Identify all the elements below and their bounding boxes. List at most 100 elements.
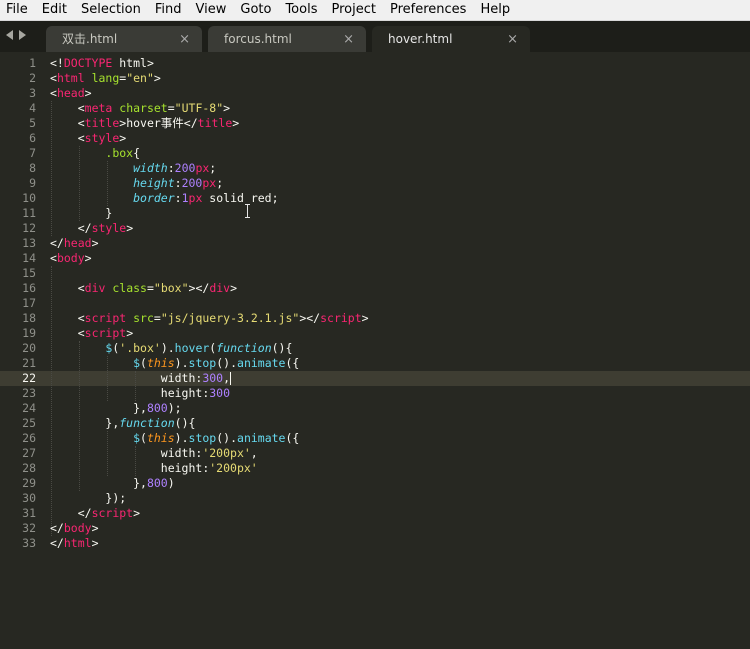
code-token: "box": [153, 281, 189, 295]
code-line: </head>: [50, 236, 369, 251]
code-token: .box: [105, 146, 134, 160]
menu-preferences[interactable]: Preferences: [383, 0, 473, 20]
code-token: this: [146, 431, 175, 445]
code-line: <title>hover事件</title>: [50, 116, 369, 131]
code-token: <!: [50, 56, 64, 70]
code-token: 300: [209, 386, 231, 400]
code-token: 800: [146, 401, 168, 415]
code-token: >: [361, 311, 369, 325]
code-token: src: [126, 311, 154, 325]
code-token: DOCTYPE: [63, 56, 113, 70]
code-token: '.box': [119, 341, 161, 355]
menu-edit[interactable]: Edit: [35, 0, 74, 20]
code-token: >hover事件</: [119, 116, 198, 130]
code-area[interactable]: <!DOCTYPE html> <html lang="en"> <head> …: [50, 56, 369, 551]
code-token: border: [133, 191, 175, 205]
code-token: function: [216, 341, 272, 355]
code-token: width:: [160, 371, 203, 385]
code-line: },function(){: [50, 416, 369, 431]
code-token: </: [50, 521, 64, 535]
close-icon[interactable]: ×: [179, 26, 190, 53]
menu-goto[interactable]: Goto: [233, 0, 278, 20]
menu-project[interactable]: Project: [324, 0, 382, 20]
code-token: :: [174, 191, 182, 205]
arrow-right-icon[interactable]: [19, 30, 26, 40]
code-token: 200: [174, 161, 196, 175]
line-number: 18: [22, 311, 36, 325]
close-icon[interactable]: ×: [343, 26, 354, 53]
code-line: .box{: [50, 146, 369, 161]
code-token: },: [133, 401, 147, 415]
code-editor[interactable]: 1 2 3 4 5 6 7 8 9 10 11 12 13 14 15 16 1…: [0, 52, 750, 649]
tab-hover[interactable]: hover.html ×: [372, 26, 530, 52]
code-token: title: [84, 116, 120, 130]
code-token: ).: [174, 431, 189, 445]
code-token: width:: [160, 446, 203, 460]
code-token: ).: [160, 341, 175, 355]
code-token: px: [195, 161, 210, 175]
close-icon[interactable]: ×: [507, 26, 518, 53]
code-token: :: [167, 161, 175, 175]
code-line: $(this).stop().animate({: [50, 431, 369, 446]
code-token: <: [77, 326, 85, 340]
code-token: <: [50, 86, 57, 100]
code-token: (: [140, 431, 147, 445]
code-token: body: [56, 251, 85, 265]
code-token: height: [133, 176, 175, 190]
arrow-left-icon[interactable]: [6, 30, 13, 40]
code-line: $('.box').hover(function(){: [50, 341, 369, 356]
code-token: stop: [188, 356, 217, 370]
line-number: 5: [29, 116, 36, 130]
menu-view[interactable]: View: [189, 0, 234, 20]
code-token: div: [209, 281, 231, 295]
line-number-gutter: 1 2 3 4 5 6 7 8 9 10 11 12 13 14 15 16 1…: [0, 56, 36, 551]
line-number: 3: [29, 86, 36, 100]
tab-bar: 双击.html × forcus.html × hover.html ×: [0, 21, 750, 52]
code-token: <: [50, 71, 57, 85]
code-line: <style>: [50, 131, 369, 146]
code-token: (){: [271, 341, 293, 355]
code-token: (){: [174, 416, 196, 430]
code-line: width:'200px',: [50, 446, 369, 461]
line-number: 8: [29, 161, 36, 175]
code-token: title: [197, 116, 233, 130]
line-number: 4: [29, 101, 36, 115]
menu-tools[interactable]: Tools: [278, 0, 324, 20]
code-token: },: [105, 416, 120, 430]
code-token: meta: [84, 101, 113, 115]
code-token: >: [119, 131, 127, 145]
line-number: 30: [22, 491, 36, 505]
code-token: >: [153, 71, 161, 85]
code-token: ;: [271, 191, 279, 205]
line-number: 29: [22, 476, 36, 490]
code-line: <!DOCTYPE html>: [50, 56, 369, 71]
tab-shuangji[interactable]: 双击.html ×: [46, 26, 202, 52]
menu-find[interactable]: Find: [148, 0, 189, 20]
tab-forcus[interactable]: forcus.html ×: [208, 26, 366, 52]
code-token: {: [133, 146, 141, 160]
code-token: body: [63, 521, 92, 535]
code-line: <script src="js/jquery-3.2.1.js"></scrip…: [50, 311, 369, 326]
code-token: >: [91, 536, 99, 550]
code-token: html: [56, 71, 85, 85]
menu-help[interactable]: Help: [473, 0, 517, 20]
code-token: </: [77, 221, 92, 235]
text-cursor: [230, 372, 232, 385]
code-token: }: [105, 206, 113, 220]
code-token: "en": [126, 71, 154, 85]
code-token: height:: [160, 461, 210, 475]
code-line: </style>: [50, 221, 369, 236]
code-token: 200: [181, 176, 203, 190]
menu-selection[interactable]: Selection: [74, 0, 148, 20]
line-number: 13: [22, 236, 36, 250]
line-number: 23: [22, 386, 36, 400]
line-number: 31: [22, 506, 36, 520]
line-number: 2: [29, 71, 36, 85]
line-number: 25: [22, 416, 36, 430]
code-token: ).: [174, 356, 189, 370]
code-line: </html>: [50, 536, 369, 551]
code-line: width:200px;: [50, 161, 369, 176]
menu-file[interactable]: File: [0, 0, 35, 20]
code-token: ({: [285, 431, 300, 445]
